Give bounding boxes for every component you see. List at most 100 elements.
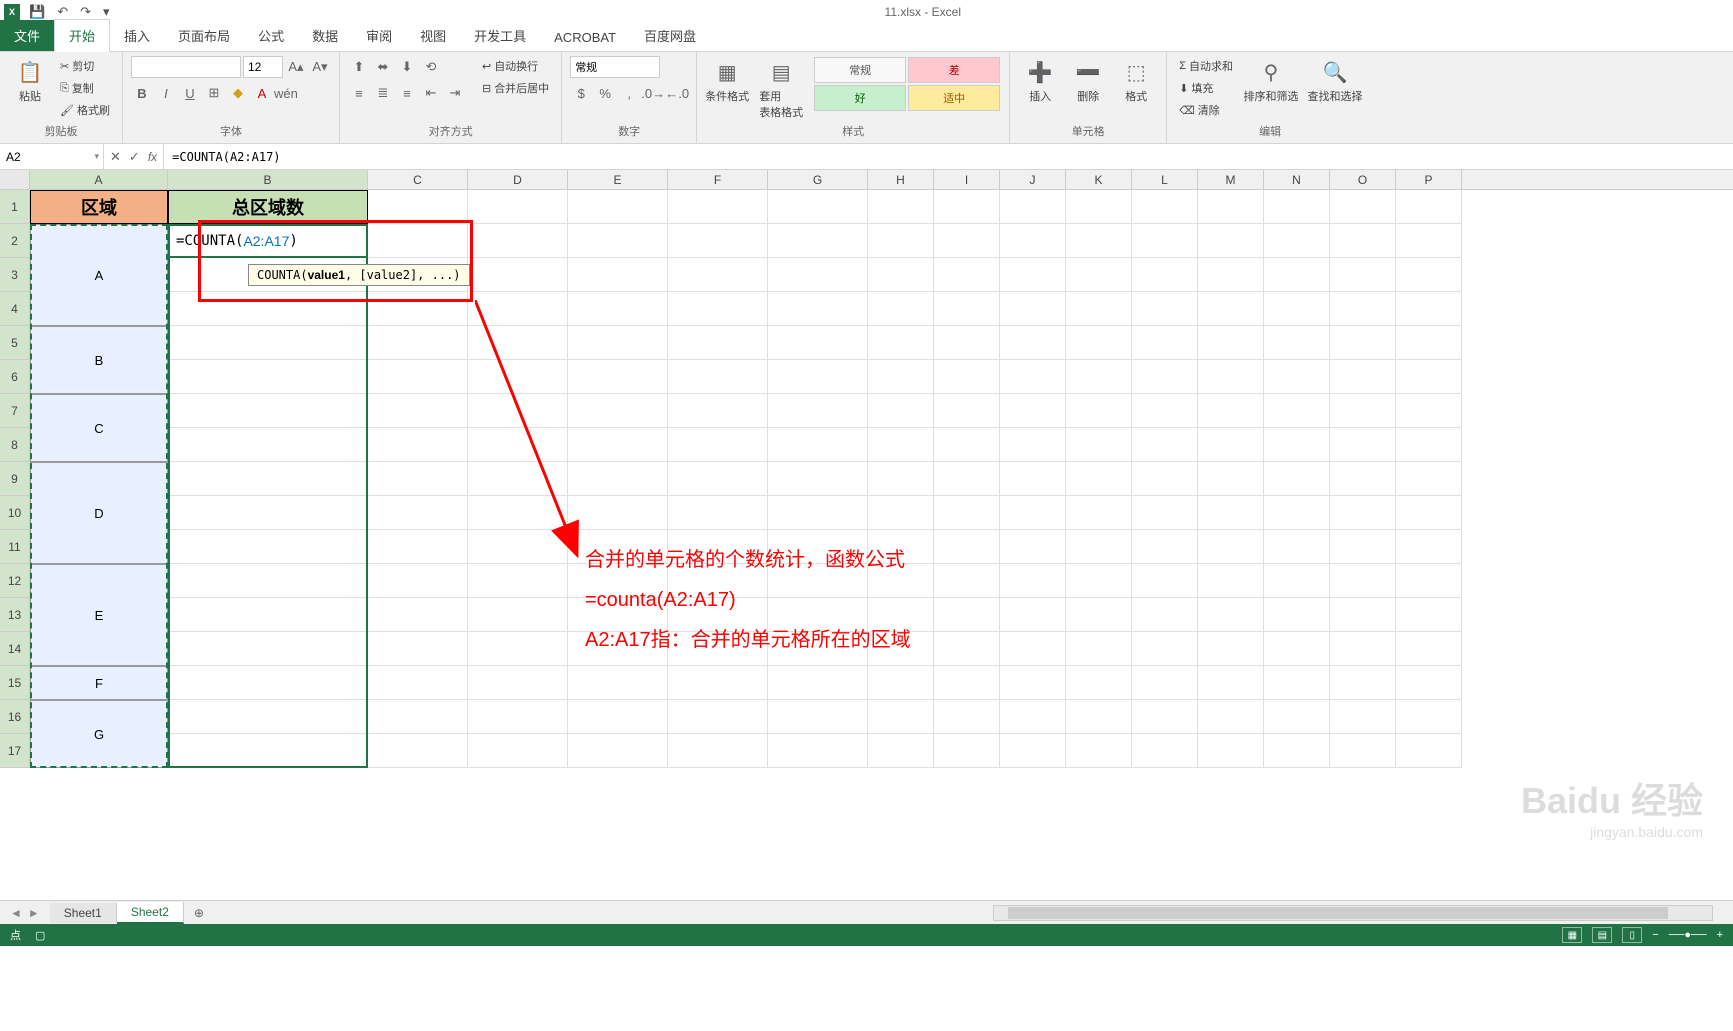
- cell[interactable]: [1330, 394, 1396, 428]
- merged-cell-E[interactable]: E: [30, 564, 168, 666]
- cell[interactable]: [1132, 224, 1198, 258]
- merged-cell-D[interactable]: D: [30, 462, 168, 564]
- cell[interactable]: [934, 734, 1000, 768]
- cell[interactable]: [668, 428, 768, 462]
- cell[interactable]: [568, 462, 668, 496]
- cell[interactable]: [1066, 394, 1132, 428]
- cell[interactable]: [1396, 734, 1462, 768]
- cell[interactable]: [868, 258, 934, 292]
- cell[interactable]: [668, 292, 768, 326]
- cell[interactable]: [668, 326, 768, 360]
- tab-home[interactable]: 开始: [54, 19, 110, 52]
- cell[interactable]: [368, 462, 468, 496]
- cell[interactable]: [368, 496, 468, 530]
- cell[interactable]: [1264, 632, 1330, 666]
- tab-developer[interactable]: 开发工具: [460, 20, 540, 51]
- cut-button[interactable]: ✂剪切: [56, 56, 114, 76]
- cell[interactable]: [868, 292, 934, 326]
- active-cell-B2[interactable]: =COUNTA(A2:A17): [168, 224, 368, 258]
- cell[interactable]: [1000, 530, 1066, 564]
- font-color-button[interactable]: A: [251, 82, 273, 104]
- cell[interactable]: [1000, 462, 1066, 496]
- cell[interactable]: [934, 190, 1000, 224]
- cancel-formula-icon[interactable]: ✕: [110, 149, 121, 165]
- cell[interactable]: [768, 700, 868, 734]
- paste-button[interactable]: 📋 粘贴: [8, 56, 52, 104]
- cell[interactable]: [1132, 496, 1198, 530]
- accept-formula-icon[interactable]: ✓: [129, 149, 140, 165]
- cell[interactable]: [568, 734, 668, 768]
- cell[interactable]: [768, 360, 868, 394]
- cell[interactable]: [1396, 530, 1462, 564]
- cell[interactable]: [934, 632, 1000, 666]
- insert-cell-button[interactable]: ➕插入: [1018, 56, 1062, 104]
- cell[interactable]: [368, 564, 468, 598]
- merged-cell-G[interactable]: G: [30, 700, 168, 768]
- cell[interactable]: [168, 496, 368, 530]
- cell[interactable]: [468, 632, 568, 666]
- cell[interactable]: [1000, 360, 1066, 394]
- cell[interactable]: [1330, 496, 1396, 530]
- cell[interactable]: [668, 394, 768, 428]
- cell[interactable]: [1132, 598, 1198, 632]
- fill-color-button[interactable]: ◆: [227, 82, 249, 104]
- cell[interactable]: [1066, 666, 1132, 700]
- cell[interactable]: [368, 734, 468, 768]
- cell[interactable]: [468, 564, 568, 598]
- row-header[interactable]: 6: [0, 360, 30, 394]
- merged-cell-B[interactable]: B: [30, 326, 168, 394]
- cell[interactable]: [1198, 258, 1264, 292]
- align-top-icon[interactable]: ⬆: [348, 56, 370, 78]
- cell[interactable]: [168, 632, 368, 666]
- row-header[interactable]: 2: [0, 224, 30, 258]
- cell[interactable]: [934, 462, 1000, 496]
- column-header[interactable]: L: [1132, 170, 1198, 189]
- cell[interactable]: [1198, 462, 1264, 496]
- cell[interactable]: [468, 258, 568, 292]
- cell[interactable]: [934, 258, 1000, 292]
- cell[interactable]: [1330, 258, 1396, 292]
- cell[interactable]: [868, 666, 934, 700]
- cell[interactable]: [1396, 632, 1462, 666]
- cell[interactable]: [1132, 360, 1198, 394]
- cell[interactable]: [1396, 700, 1462, 734]
- cell[interactable]: [1396, 360, 1462, 394]
- row-header[interactable]: 13: [0, 598, 30, 632]
- cell[interactable]: [934, 666, 1000, 700]
- cell[interactable]: [668, 224, 768, 258]
- cell[interactable]: [168, 360, 368, 394]
- row-header[interactable]: 1: [0, 190, 30, 224]
- align-right-icon[interactable]: ≡: [396, 82, 418, 104]
- cell[interactable]: [868, 428, 934, 462]
- conditional-format-button[interactable]: ▦ 条件格式: [705, 56, 749, 104]
- cell[interactable]: [1132, 258, 1198, 292]
- increase-font-icon[interactable]: A▴: [285, 56, 307, 78]
- cell[interactable]: [1330, 224, 1396, 258]
- cell[interactable]: [1330, 190, 1396, 224]
- cell[interactable]: [368, 632, 468, 666]
- cell[interactable]: [468, 462, 568, 496]
- tab-data[interactable]: 数据: [298, 20, 352, 51]
- comma-icon[interactable]: ,: [618, 82, 640, 104]
- cell[interactable]: [868, 462, 934, 496]
- cell[interactable]: [168, 530, 368, 564]
- cell[interactable]: [568, 428, 668, 462]
- cell[interactable]: [1000, 666, 1066, 700]
- tab-formulas[interactable]: 公式: [244, 20, 298, 51]
- view-page-layout-icon[interactable]: ▤: [1592, 927, 1612, 943]
- cell[interactable]: [368, 326, 468, 360]
- merged-cell-A[interactable]: A: [30, 224, 168, 326]
- cell[interactable]: [1066, 496, 1132, 530]
- horizontal-scrollbar[interactable]: [993, 905, 1713, 921]
- cell[interactable]: [1396, 224, 1462, 258]
- cell[interactable]: [1132, 292, 1198, 326]
- cell[interactable]: [934, 428, 1000, 462]
- tab-review[interactable]: 审阅: [352, 20, 406, 51]
- cell[interactable]: [368, 666, 468, 700]
- cell[interactable]: [1000, 258, 1066, 292]
- cell[interactable]: [1198, 496, 1264, 530]
- cell[interactable]: [468, 496, 568, 530]
- cell[interactable]: [668, 190, 768, 224]
- cell[interactable]: [1198, 564, 1264, 598]
- cell[interactable]: [1132, 632, 1198, 666]
